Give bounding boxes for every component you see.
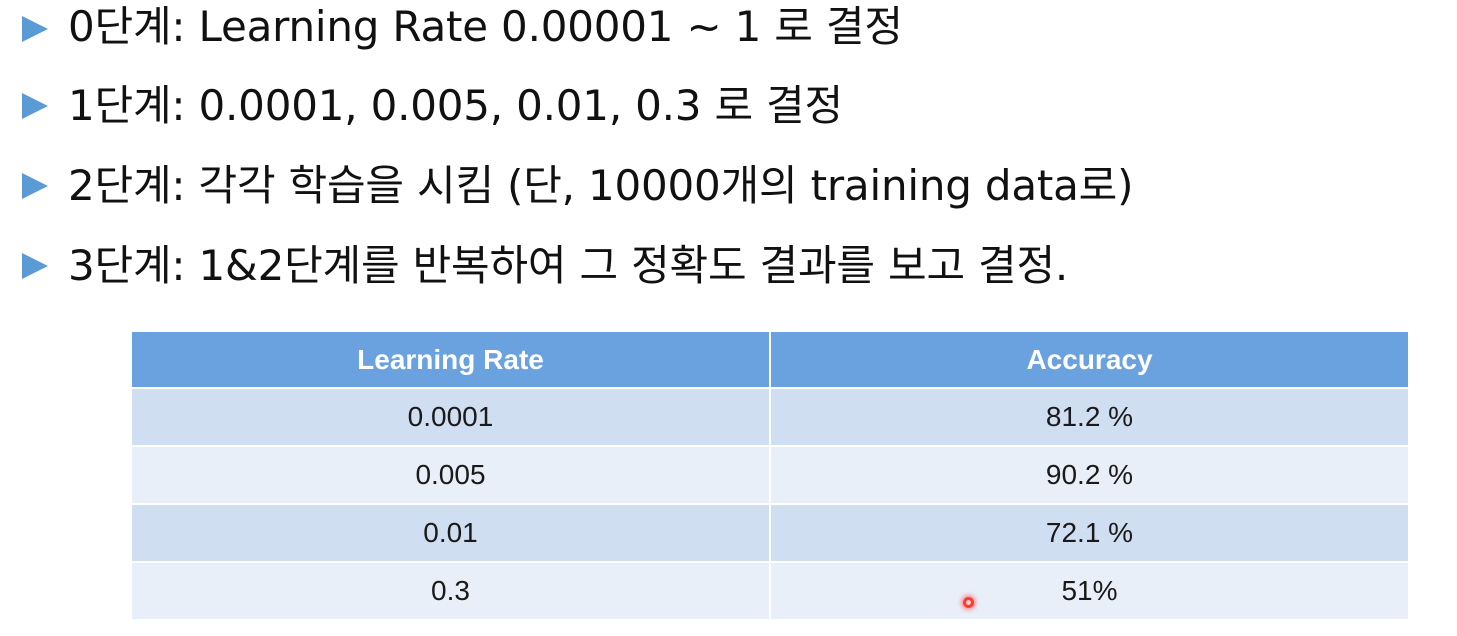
- table-row: 0.3 51%: [130, 561, 1410, 621]
- table-row: 0.01 72.1 %: [130, 503, 1410, 563]
- laser-pointer-icon: [963, 597, 974, 608]
- learning-rate-cell: 0.0001: [130, 387, 771, 447]
- column-header-learning-rate: Learning Rate: [130, 330, 771, 389]
- bullet-text: 3단계: 1&2단계를 반복하여 그 정확도 결과를 보고 결정.: [68, 241, 1069, 290]
- accuracy-cell: 81.2 %: [769, 387, 1410, 447]
- learning-rate-cell: 0.3: [130, 561, 771, 621]
- bullet-text: 1단계: 0.0001, 0.005, 0.01, 0.3 로 결정: [68, 81, 843, 130]
- accuracy-cell: 90.2 %: [769, 445, 1410, 505]
- column-header-accuracy: Accuracy: [769, 330, 1410, 389]
- bullet-list: 0단계: Learning Rate 0.00001 ~ 1 로 결정 1단계:…: [18, 0, 1453, 306]
- table-header-row: Learning Rate Accuracy: [130, 330, 1410, 389]
- learning-rate-accuracy-table: Learning Rate Accuracy 0.0001 81.2 % 0.0…: [130, 330, 1410, 621]
- triangle-bullet-icon: [22, 253, 48, 279]
- learning-rate-cell: 0.005: [130, 445, 771, 505]
- bullet-item-step1: 1단계: 0.0001, 0.005, 0.01, 0.3 로 결정: [18, 66, 1453, 146]
- bullet-text: 2단계: 각각 학습을 시킴 (단, 10000개의 training data…: [68, 161, 1134, 210]
- triangle-bullet-icon: [22, 173, 48, 199]
- accuracy-cell: 72.1 %: [769, 503, 1410, 563]
- triangle-bullet-icon: [22, 93, 48, 119]
- accuracy-cell: 51%: [769, 561, 1410, 621]
- table-row: 0.0001 81.2 %: [130, 387, 1410, 447]
- bullet-item-step2: 2단계: 각각 학습을 시킴 (단, 10000개의 training data…: [18, 146, 1453, 226]
- bullet-text: 0단계: Learning Rate 0.00001 ~ 1 로 결정: [68, 2, 903, 51]
- table-row: 0.005 90.2 %: [130, 445, 1410, 505]
- bullet-item-step0: 0단계: Learning Rate 0.00001 ~ 1 로 결정: [18, 0, 1453, 66]
- bullet-item-step3: 3단계: 1&2단계를 반복하여 그 정확도 결과를 보고 결정.: [18, 226, 1453, 306]
- learning-rate-cell: 0.01: [130, 503, 771, 563]
- triangle-bullet-icon: [22, 16, 48, 42]
